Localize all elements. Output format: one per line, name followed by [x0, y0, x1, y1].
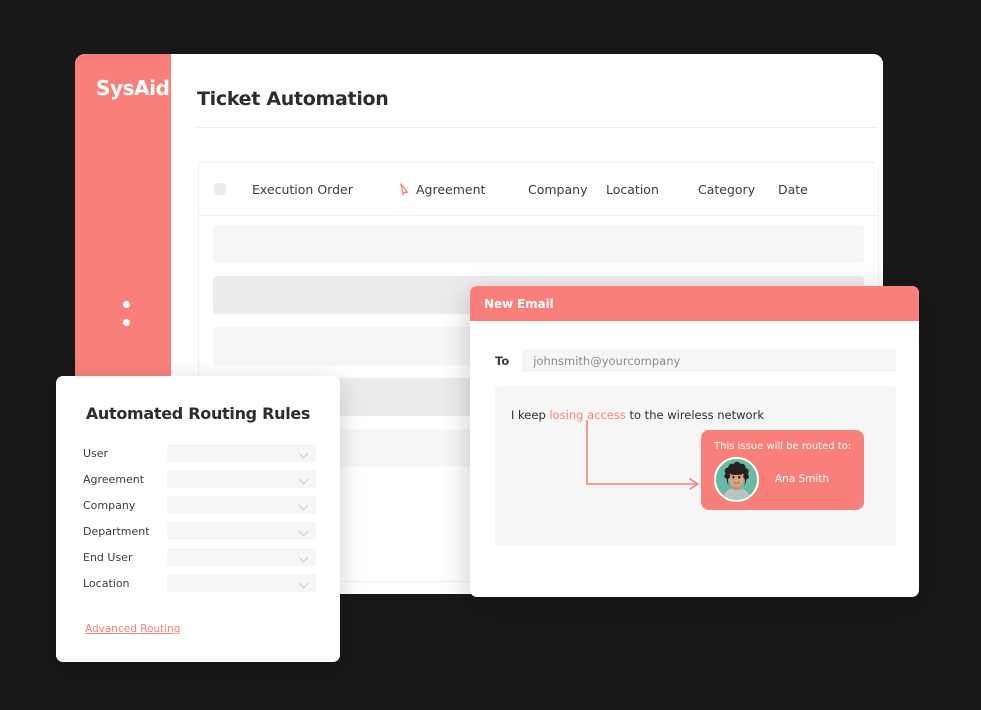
table-header-row: Execution Order Agreement Company Locati…: [199, 163, 878, 216]
routing-select-location[interactable]: [167, 574, 316, 592]
sidebar-nav-dot[interactable]: [123, 301, 130, 308]
column-header-execution-order[interactable]: Execution Order: [252, 182, 392, 197]
routing-select-agreement[interactable]: [167, 470, 316, 488]
routing-label-location: Location: [83, 576, 130, 590]
routing-select-end-user[interactable]: [167, 548, 316, 566]
routing-field-company: Company: [83, 496, 316, 514]
routing-select-department[interactable]: [167, 522, 316, 540]
routed-to-title: This issue will be routed to:: [714, 441, 852, 452]
screenshot-stage: SysAid. Ticket Automation Execution Orde…: [0, 0, 981, 710]
select-all-checkbox[interactable]: [214, 183, 226, 195]
email-body[interactable]: I keep losing access to the wireless net…: [495, 386, 896, 546]
routing-label-agreement: Agreement: [83, 472, 145, 486]
chevron-down-icon: [298, 578, 309, 589]
column-header-category[interactable]: Category: [698, 182, 778, 197]
page-title: Ticket Automation: [197, 88, 389, 110]
column-header-location[interactable]: Location: [606, 182, 698, 197]
routing-field-location: Location: [83, 574, 316, 592]
chevron-down-icon: [298, 448, 309, 459]
column-header-agreement[interactable]: Agreement: [416, 182, 528, 197]
email-to-row: To johnsmith@yourcompany: [495, 349, 896, 372]
email-body-text-before: I keep: [511, 408, 550, 422]
routing-label-end-user: End User: [83, 550, 133, 564]
sidebar-nav-dot[interactable]: [123, 319, 130, 326]
sidebar-nav-dots: [123, 301, 130, 326]
routing-panel-title: Automated Routing Rules: [85, 404, 311, 423]
cursor-arrow-icon: [392, 183, 416, 195]
email-to-label: To: [495, 353, 510, 368]
routing-field-agreement: Agreement: [83, 470, 316, 488]
new-email-panel: New Email To johnsmith@yourcompany I kee…: [470, 286, 919, 597]
email-to-input[interactable]: johnsmith@yourcompany: [522, 349, 896, 372]
title-divider: [197, 127, 877, 128]
chevron-down-icon: [298, 474, 309, 485]
avatar: [714, 457, 759, 502]
routing-arrow-icon: [586, 420, 699, 490]
advanced-routing-link[interactable]: Advanced Routing: [85, 623, 180, 635]
routing-label-company: Company: [83, 498, 136, 512]
routing-select-company[interactable]: [167, 496, 316, 514]
chevron-down-icon: [298, 526, 309, 537]
routing-field-user: User: [83, 444, 316, 462]
sysaid-logo[interactable]: SysAid.: [96, 76, 177, 100]
routing-label-department: Department: [83, 524, 150, 538]
routing-label-user: User: [83, 446, 109, 460]
new-email-header: New Email: [470, 286, 919, 321]
new-email-title: New Email: [484, 296, 554, 311]
routing-field-end-user: End User: [83, 548, 316, 566]
routing-field-department: Department: [83, 522, 316, 540]
routed-to-agent-name: Ana Smith: [775, 473, 830, 485]
column-header-date[interactable]: Date: [778, 182, 838, 197]
routing-fields: User Agreement Company Department End Us…: [83, 444, 316, 600]
routing-select-user[interactable]: [167, 444, 316, 462]
routed-to-card: This issue will be routed to: Ana Smith: [701, 430, 864, 510]
chevron-down-icon: [298, 500, 309, 511]
column-header-company[interactable]: Company: [528, 182, 606, 197]
table-row[interactable]: [213, 225, 864, 263]
automated-routing-rules-panel: Automated Routing Rules User Agreement C…: [56, 376, 340, 662]
chevron-down-icon: [298, 552, 309, 563]
